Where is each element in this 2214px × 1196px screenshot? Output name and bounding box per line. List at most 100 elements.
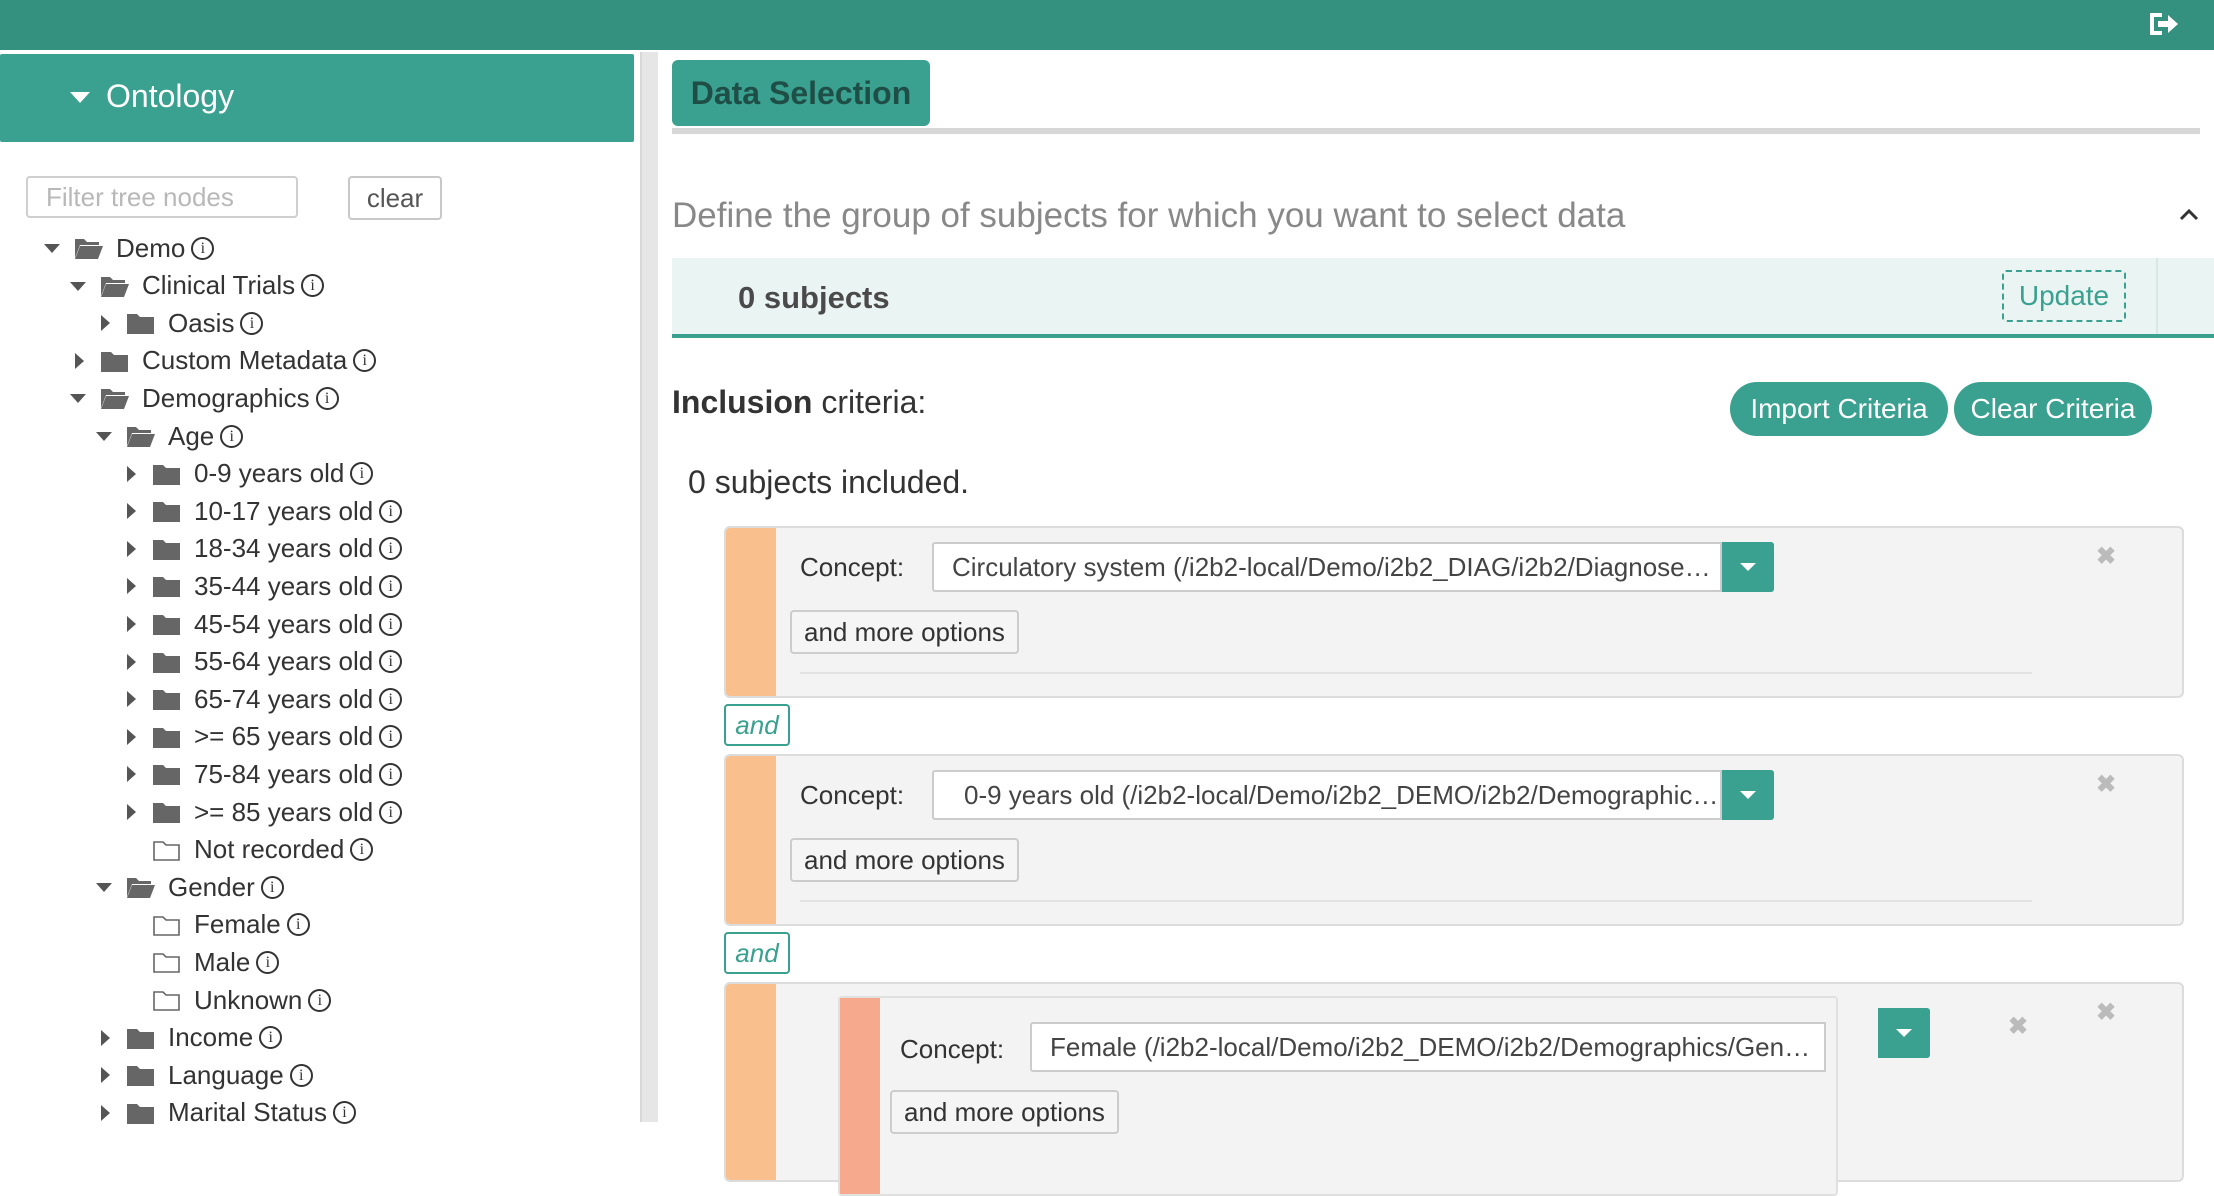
caret-right-icon[interactable] [92,1057,118,1093]
tree-node[interactable]: Gender i [92,869,284,905]
tree-node[interactable]: Female i [118,907,310,943]
concept-dropdown-toggle[interactable] [1722,542,1774,592]
info-icon[interactable]: i [379,762,403,786]
tree-node[interactable]: Age i [92,418,244,454]
info-icon[interactable]: i [332,1101,356,1125]
info-icon[interactable]: i [379,800,403,824]
criterion-drag-handle[interactable] [726,528,776,696]
info-icon[interactable]: i [379,687,403,711]
caret-down-icon[interactable] [66,380,92,416]
clear-criteria-button[interactable]: Clear Criteria [1954,382,2152,436]
caret-down-icon[interactable] [66,268,92,304]
import-criteria-button[interactable]: Import Criteria [1730,382,1948,436]
criterion-drag-handle[interactable] [726,984,776,1180]
chevron-up-icon[interactable] [2178,204,2200,226]
update-button[interactable]: Update [2002,270,2126,322]
close-icon[interactable]: ✖ [2096,542,2116,571]
info-icon[interactable]: i [379,725,403,749]
close-icon[interactable]: ✖ [2096,998,2116,1027]
more-options-button[interactable]: and more options [790,610,1019,654]
info-icon[interactable]: i [256,950,280,974]
info-icon[interactable]: i [308,988,332,1012]
info-icon[interactable]: i [191,236,215,260]
caret-right-icon[interactable] [118,456,144,492]
tree-node[interactable]: 10-17 years old i [118,493,403,529]
concept-select[interactable]: Female (/i2b2-local/Demo/i2b2_DEMO/i2b2/… [1030,1022,1826,1072]
tree-node[interactable]: 0-9 years old i [118,456,374,492]
tree-node[interactable]: 75-84 years old i [118,756,403,792]
tree-node[interactable]: 65-74 years old i [118,681,403,717]
tree-node[interactable]: Clinical Trials i [66,268,325,304]
info-icon[interactable]: i [289,1063,313,1087]
info-icon[interactable]: i [379,650,403,674]
info-icon[interactable]: i [301,274,325,298]
info-icon[interactable]: i [286,913,310,937]
caret-down-icon[interactable] [40,230,66,266]
more-options-button[interactable]: and more options [890,1090,1119,1134]
info-icon[interactable]: i [353,349,377,373]
info-icon[interactable]: i [220,424,244,448]
info-icon[interactable]: i [350,838,374,862]
info-icon[interactable]: i [379,537,403,561]
caret-right-icon[interactable] [118,719,144,755]
tree-node[interactable]: 18-34 years old i [118,531,403,567]
caret-right-icon[interactable] [66,343,92,379]
tree-node[interactable]: Marital Status i [92,1095,356,1131]
info-icon[interactable]: i [315,386,339,410]
tree-node[interactable]: Not recorded i [118,832,374,868]
info-icon[interactable]: i [259,1026,283,1050]
caret-right-icon[interactable] [118,756,144,792]
tree-node-label: Oasis [168,307,235,338]
tree-node[interactable]: Unknown i [118,982,332,1018]
filter-tree-input[interactable] [26,176,298,218]
concept-select[interactable]: Circulatory system (/i2b2-local/Demo/i2b… [932,542,1722,592]
nested-criterion-drag-handle[interactable] [840,998,880,1194]
caret-right-icon[interactable] [118,531,144,567]
info-icon[interactable]: i [379,574,403,598]
folder-closed-icon [153,464,180,485]
tree-node[interactable]: Language i [92,1057,313,1093]
info-icon[interactable]: i [379,499,403,523]
caret-right-icon[interactable] [118,644,144,680]
tree-node[interactable]: 45-54 years old i [118,606,403,642]
close-icon[interactable]: ✖ [2096,770,2116,799]
caret-down-icon[interactable] [92,418,118,454]
tree-node[interactable]: Demographics i [66,380,339,416]
caret-right-icon[interactable] [118,794,144,830]
concept-dropdown-toggle[interactable] [1878,1008,1930,1058]
caret-right-icon[interactable] [118,606,144,642]
tree-node[interactable]: Male i [118,944,280,980]
tree-node[interactable]: 35-44 years old i [118,568,403,604]
logout-icon[interactable] [2146,9,2180,39]
caret-right-icon[interactable] [92,1095,118,1131]
tree-node[interactable]: >= 85 years old i [118,794,403,830]
tab-data-selection[interactable]: Data Selection [672,60,930,126]
caret-right-icon[interactable] [118,568,144,604]
tree-node[interactable]: >= 65 years old i [118,719,403,755]
tree-node[interactable]: Income i [92,1020,283,1056]
caret-right-icon[interactable] [92,1020,118,1056]
close-icon[interactable]: ✖ [2008,1012,2028,1041]
info-icon[interactable]: i [260,875,284,899]
caret-down-icon[interactable] [92,869,118,905]
and-operator-toggle[interactable]: and [724,704,790,746]
clear-filter-button[interactable]: clear [348,176,442,220]
panel-splitter[interactable] [640,52,658,1122]
criterion-drag-handle[interactable] [726,756,776,924]
and-operator-toggle[interactable]: and [724,932,790,974]
tree-node[interactable]: Oasis i [92,305,264,341]
tree-node[interactable]: 55-64 years old i [118,644,403,680]
more-options-button[interactable]: and more options [790,838,1019,882]
info-icon[interactable]: i [240,311,264,335]
tree-node-label: Language [168,1059,284,1090]
caret-right-icon[interactable] [118,681,144,717]
info-icon[interactable]: i [350,462,374,486]
caret-right-icon[interactable] [92,305,118,341]
tree-node[interactable]: Demo i [40,230,215,266]
ontology-header[interactable]: Ontology [0,54,634,142]
caret-right-icon[interactable] [118,493,144,529]
tree-node[interactable]: Custom Metadata i [66,343,377,379]
concept-dropdown-toggle[interactable] [1722,770,1774,820]
info-icon[interactable]: i [379,612,403,636]
concept-select[interactable]: 0-9 years old (/i2b2-local/Demo/i2b2_DEM… [932,770,1722,820]
